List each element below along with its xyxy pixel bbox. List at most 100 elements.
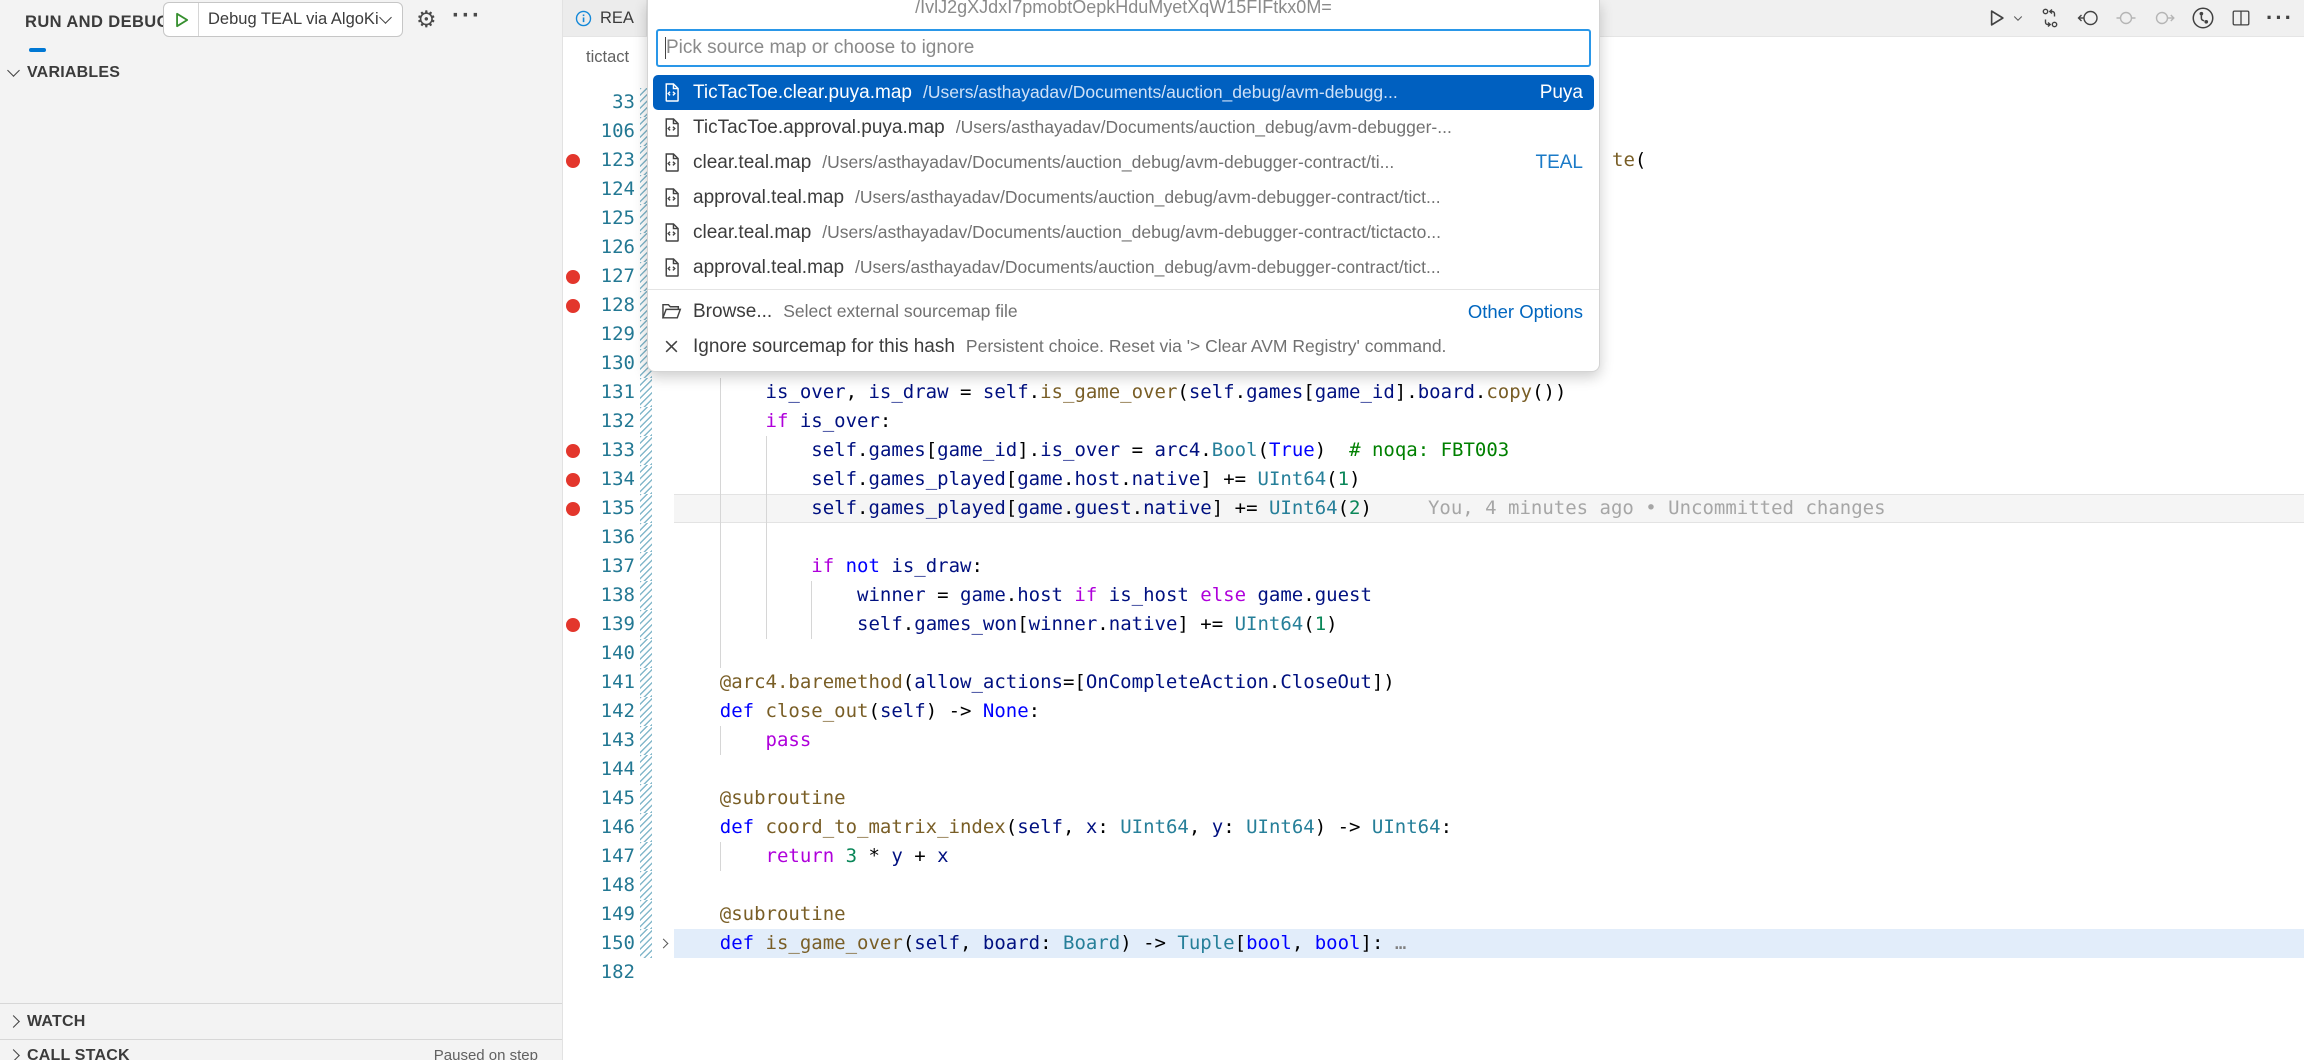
line-number[interactable]: 125 — [583, 204, 640, 233]
line-number[interactable]: 149 — [583, 900, 640, 929]
code-text[interactable]: return 3 * y + x — [674, 842, 2304, 871]
breakpoint-gutter[interactable] — [563, 233, 583, 262]
quickpick-item[interactable]: clear.teal.map/Users/asthayadav/Document… — [653, 145, 1594, 180]
breakpoint-gutter[interactable] — [563, 842, 583, 871]
run-timeline-icon[interactable] — [2190, 5, 2216, 31]
line-number[interactable]: 130 — [583, 349, 640, 378]
variables-section-header[interactable]: VARIABLES — [0, 56, 562, 89]
breakpoint-gutter[interactable] — [563, 465, 583, 494]
code-text[interactable]: def coord_to_matrix_index(self, x: UInt6… — [674, 813, 2304, 842]
start-debug-button[interactable] — [164, 3, 199, 36]
breakpoint-gutter[interactable] — [563, 900, 583, 929]
line-number[interactable]: 133 — [583, 436, 640, 465]
breakpoint-gutter[interactable] — [563, 668, 583, 697]
git-compare-icon[interactable] — [2038, 6, 2062, 30]
more-actions-icon[interactable]: ··· — [452, 2, 482, 30]
editor-tab[interactable]: REA — [563, 0, 647, 36]
fold-gutter[interactable] — [652, 378, 674, 407]
line-number[interactable]: 106 — [583, 117, 640, 146]
run-icon[interactable] — [1986, 8, 2006, 28]
line-number[interactable]: 33 — [583, 88, 640, 117]
code-text[interactable]: self.games[game_id].is_over = arc4.Bool(… — [674, 436, 2304, 465]
line-number[interactable]: 146 — [583, 813, 640, 842]
fold-gutter[interactable] — [652, 668, 674, 697]
breakpoint-gutter[interactable] — [563, 958, 583, 987]
line-number[interactable]: 142 — [583, 697, 640, 726]
fold-gutter[interactable] — [652, 900, 674, 929]
breakpoint-gutter[interactable] — [563, 929, 583, 958]
code-text[interactable]: is_over, is_draw = self.is_game_over(sel… — [674, 378, 2304, 407]
step-forward-icon[interactable] — [2152, 6, 2176, 30]
breakpoint-dot[interactable] — [566, 473, 580, 487]
fold-gutter[interactable] — [652, 610, 674, 639]
line-number[interactable]: 131 — [583, 378, 640, 407]
fold-gutter[interactable] — [652, 697, 674, 726]
breakpoint-gutter[interactable] — [563, 117, 583, 146]
code-text[interactable]: @subroutine — [674, 900, 2304, 929]
quickpick-input[interactable] — [656, 29, 1591, 67]
breakpoint-gutter[interactable] — [563, 639, 583, 668]
breakpoint-gutter[interactable] — [563, 523, 583, 552]
fold-gutter[interactable] — [652, 581, 674, 610]
line-number[interactable]: 182 — [583, 958, 640, 987]
breakpoint-gutter[interactable] — [563, 320, 583, 349]
watch-section-header[interactable]: WATCH — [0, 1003, 562, 1039]
fold-gutter[interactable] — [652, 523, 674, 552]
code-text[interactable]: @subroutine — [674, 784, 2304, 813]
quickpick-item[interactable]: TicTacToe.clear.puya.map/Users/asthayada… — [653, 75, 1594, 110]
fold-gutter[interactable] — [652, 755, 674, 784]
fold-gutter[interactable] — [652, 465, 674, 494]
line-number[interactable]: 129 — [583, 320, 640, 349]
code-text[interactable]: pass — [674, 726, 2304, 755]
line-number[interactable]: 126 — [583, 233, 640, 262]
line-number[interactable]: 141 — [583, 668, 640, 697]
code-text[interactable]: self.games_won[winner.native] += UInt64(… — [674, 610, 2304, 639]
breakpoint-gutter[interactable] — [563, 552, 583, 581]
code-text[interactable]: def close_out(self) -> None: — [674, 697, 2304, 726]
fold-gutter[interactable] — [652, 842, 674, 871]
line-number[interactable]: 132 — [583, 407, 640, 436]
breakpoint-gutter[interactable] — [563, 610, 583, 639]
line-number[interactable]: 148 — [583, 871, 640, 900]
debug-config-dropdown[interactable]: Debug TEAL via AlgoKi — [163, 2, 403, 37]
breakpoint-gutter[interactable] — [563, 784, 583, 813]
line-number[interactable]: 137 — [583, 552, 640, 581]
breakpoint-gutter[interactable] — [563, 349, 583, 378]
code-text[interactable] — [674, 755, 2304, 784]
breakpoint-gutter[interactable] — [563, 436, 583, 465]
line-number[interactable]: 135 — [583, 494, 640, 523]
code-text[interactable] — [674, 958, 2304, 987]
reverse-continue-icon[interactable] — [2114, 6, 2138, 30]
quickpick-item[interactable]: clear.teal.map/Users/asthayadav/Document… — [653, 215, 1594, 250]
split-editor-icon[interactable] — [2230, 7, 2252, 29]
breakpoint-gutter[interactable] — [563, 581, 583, 610]
breakpoint-gutter[interactable] — [563, 175, 583, 204]
fold-gutter[interactable] — [652, 552, 674, 581]
breakpoint-gutter[interactable] — [563, 726, 583, 755]
breakpoint-gutter[interactable] — [563, 146, 583, 175]
line-number[interactable]: 139 — [583, 610, 640, 639]
breakpoint-gutter[interactable] — [563, 291, 583, 320]
code-text[interactable]: self.games_played[game.host.native] += U… — [674, 465, 2304, 494]
chevron-right-icon[interactable] — [658, 939, 668, 949]
breakpoint-dot[interactable] — [566, 502, 580, 516]
gear-icon[interactable]: ⚙ — [416, 4, 437, 34]
chevron-down-icon[interactable] — [2012, 12, 2024, 24]
quickpick-item[interactable]: approval.teal.map/Users/asthayadav/Docum… — [653, 250, 1594, 285]
code-text[interactable] — [674, 523, 2304, 552]
fold-gutter[interactable] — [652, 726, 674, 755]
line-number[interactable]: 144 — [583, 755, 640, 784]
breakpoint-gutter[interactable] — [563, 407, 583, 436]
fold-gutter[interactable] — [652, 784, 674, 813]
breakpoint-gutter[interactable] — [563, 378, 583, 407]
quickpick-item[interactable]: TicTacToe.approval.puya.map/Users/asthay… — [653, 110, 1594, 145]
breakpoint-gutter[interactable] — [563, 755, 583, 784]
line-number[interactable]: 134 — [583, 465, 640, 494]
code-text[interactable]: if is_over: — [674, 407, 2304, 436]
line-number[interactable]: 145 — [583, 784, 640, 813]
callstack-section-header[interactable]: CALL STACK Paused on step — [0, 1039, 562, 1060]
code-text[interactable]: self.games_played[game.guest.native] += … — [674, 494, 2304, 523]
line-number[interactable]: 143 — [583, 726, 640, 755]
fold-gutter[interactable] — [652, 871, 674, 900]
code-text[interactable]: @arc4.baremethod(allow_actions=[OnComple… — [674, 668, 2304, 697]
